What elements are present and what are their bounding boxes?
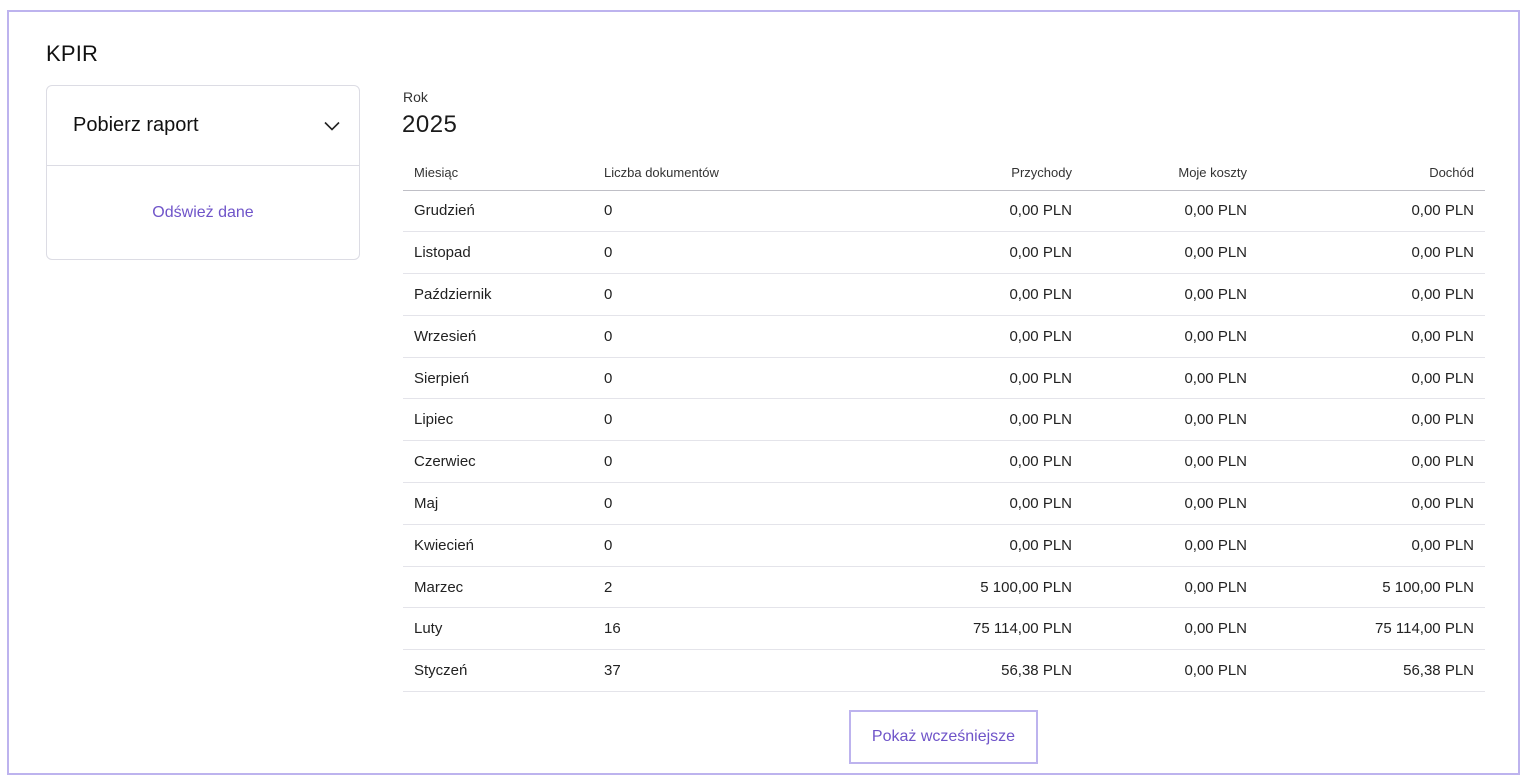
kpir-panel: KPIR Pobierz raport Odśwież dane Rok 202…: [7, 10, 1520, 775]
cell-doc-count: 0: [593, 482, 863, 525]
cell-revenue: 0,00 PLN: [863, 357, 1083, 400]
cell-doc-count: 0: [593, 273, 863, 316]
table-header-row: Miesiąc Liczba dokumentów Przychody Moje…: [403, 155, 1485, 191]
table-row[interactable]: Luty 16 75 114,00 PLN 0,00 PLN 75 114,00…: [403, 607, 1485, 651]
report-card: Pobierz raport Odśwież dane: [46, 85, 360, 260]
column-header-month: Miesiąc: [403, 155, 593, 191]
table-row[interactable]: Lipiec 0 0,00 PLN 0,00 PLN 0,00 PLN: [403, 398, 1485, 442]
cell-revenue: 5 100,00 PLN: [863, 566, 1083, 609]
cell-revenue: 0,00 PLN: [863, 398, 1083, 442]
cell-costs: 0,00 PLN: [1083, 273, 1258, 316]
table-row[interactable]: Wrzesień 0 0,00 PLN 0,00 PLN 0,00 PLN: [403, 315, 1485, 358]
cell-month: Czerwiec: [403, 440, 593, 484]
cell-income: 0,00 PLN: [1258, 524, 1485, 567]
column-header-doc-count: Liczba dokumentów: [593, 155, 863, 191]
cell-income: 0,00 PLN: [1258, 315, 1485, 358]
cell-month: Listopad: [403, 231, 593, 275]
year-value[interactable]: 2025: [402, 111, 457, 139]
cell-costs: 0,00 PLN: [1083, 607, 1258, 651]
cell-costs: 0,00 PLN: [1083, 440, 1258, 484]
cell-costs: 0,00 PLN: [1083, 398, 1258, 442]
cell-costs: 0,00 PLN: [1083, 190, 1258, 233]
cell-revenue: 0,00 PLN: [863, 315, 1083, 358]
cell-month: Maj: [403, 482, 593, 525]
cell-revenue: 75 114,00 PLN: [863, 607, 1083, 651]
cell-income: 56,38 PLN: [1258, 649, 1485, 693]
cell-income: 0,00 PLN: [1258, 190, 1485, 233]
table-row[interactable]: Grudzień 0 0,00 PLN 0,00 PLN 0,00 PLN: [403, 190, 1485, 233]
cell-doc-count: 0: [593, 357, 863, 400]
kpir-table: Miesiąc Liczba dokumentów Przychody Moje…: [403, 155, 1485, 693]
cell-revenue: 56,38 PLN: [863, 649, 1083, 693]
cell-income: 0,00 PLN: [1258, 357, 1485, 400]
cell-doc-count: 16: [593, 607, 863, 651]
column-header-revenue: Przychody: [863, 155, 1083, 191]
cell-costs: 0,00 PLN: [1083, 482, 1258, 525]
cell-income: 75 114,00 PLN: [1258, 607, 1485, 651]
year-label: Rok: [403, 89, 428, 105]
page-title: KPIR: [46, 41, 99, 66]
cell-month: Wrzesień: [403, 315, 593, 358]
column-header-income: Dochód: [1258, 155, 1485, 191]
column-header-costs: Moje koszty: [1083, 155, 1258, 191]
cell-doc-count: 0: [593, 398, 863, 442]
cell-revenue: 0,00 PLN: [863, 524, 1083, 567]
cell-month: Kwiecień: [403, 524, 593, 567]
cell-income: 0,00 PLN: [1258, 482, 1485, 525]
cell-revenue: 0,00 PLN: [863, 273, 1083, 316]
cell-costs: 0,00 PLN: [1083, 566, 1258, 609]
cell-month: Styczeń: [403, 649, 593, 693]
cell-income: 0,00 PLN: [1258, 440, 1485, 484]
table-row[interactable]: Październik 0 0,00 PLN 0,00 PLN 0,00 PLN: [403, 273, 1485, 316]
cell-revenue: 0,00 PLN: [863, 440, 1083, 484]
cell-month: Grudzień: [403, 190, 593, 233]
report-dropdown[interactable]: Pobierz raport: [47, 86, 359, 166]
cell-doc-count: 2: [593, 566, 863, 609]
cell-costs: 0,00 PLN: [1083, 524, 1258, 567]
table-row[interactable]: Listopad 0 0,00 PLN 0,00 PLN 0,00 PLN: [403, 231, 1485, 275]
report-dropdown-label: Pobierz raport: [73, 114, 199, 136]
cell-revenue: 0,00 PLN: [863, 482, 1083, 525]
cell-revenue: 0,00 PLN: [863, 190, 1083, 233]
cell-month: Marzec: [403, 566, 593, 609]
cell-month: Luty: [403, 607, 593, 651]
cell-month: Październik: [403, 273, 593, 316]
cell-income: 0,00 PLN: [1258, 273, 1485, 316]
cell-income: 0,00 PLN: [1258, 231, 1485, 275]
table-row[interactable]: Marzec 2 5 100,00 PLN 0,00 PLN 5 100,00 …: [403, 566, 1485, 609]
refresh-data-link[interactable]: Odśwież dane: [152, 204, 253, 222]
show-earlier-button[interactable]: Pokaż wcześniejsze: [849, 710, 1038, 764]
cell-doc-count: 0: [593, 190, 863, 233]
cell-doc-count: 0: [593, 315, 863, 358]
report-card-body: Odśwież dane: [47, 166, 359, 260]
table-row[interactable]: Czerwiec 0 0,00 PLN 0,00 PLN 0,00 PLN: [403, 440, 1485, 484]
table-row[interactable]: Styczeń 37 56,38 PLN 0,00 PLN 56,38 PLN: [403, 649, 1485, 693]
cell-doc-count: 0: [593, 524, 863, 567]
table-row[interactable]: Kwiecień 0 0,00 PLN 0,00 PLN 0,00 PLN: [403, 524, 1485, 567]
table-row[interactable]: Maj 0 0,00 PLN 0,00 PLN 0,00 PLN: [403, 482, 1485, 525]
cell-doc-count: 0: [593, 231, 863, 275]
table-row[interactable]: Sierpień 0 0,00 PLN 0,00 PLN 0,00 PLN: [403, 357, 1485, 400]
cell-month: Lipiec: [403, 398, 593, 442]
cell-costs: 0,00 PLN: [1083, 315, 1258, 358]
cell-costs: 0,00 PLN: [1083, 649, 1258, 693]
cell-month: Sierpień: [403, 357, 593, 400]
cell-income: 5 100,00 PLN: [1258, 566, 1485, 609]
cell-costs: 0,00 PLN: [1083, 231, 1258, 275]
chevron-down-icon: [323, 117, 341, 135]
cell-costs: 0,00 PLN: [1083, 357, 1258, 400]
cell-doc-count: 0: [593, 440, 863, 484]
cell-doc-count: 37: [593, 649, 863, 693]
cell-revenue: 0,00 PLN: [863, 231, 1083, 275]
cell-income: 0,00 PLN: [1258, 398, 1485, 442]
